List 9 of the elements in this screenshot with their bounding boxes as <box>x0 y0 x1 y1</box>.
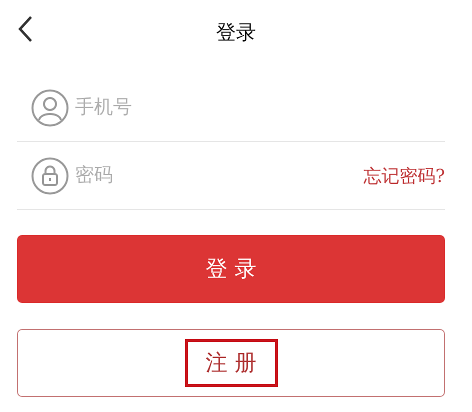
back-icon <box>17 15 33 43</box>
password-field[interactable]: 密码 <box>75 160 358 190</box>
lock-icon <box>31 156 69 194</box>
phone-field[interactable]: 手机号 <box>75 92 445 122</box>
register-button[interactable]: 注 册 <box>17 329 445 397</box>
forgot-password-link[interactable]: 忘记密码? <box>363 164 445 188</box>
user-icon <box>31 88 69 126</box>
login-button[interactable]: 登 录 <box>17 235 445 303</box>
page-title: 登录 <box>216 18 256 46</box>
